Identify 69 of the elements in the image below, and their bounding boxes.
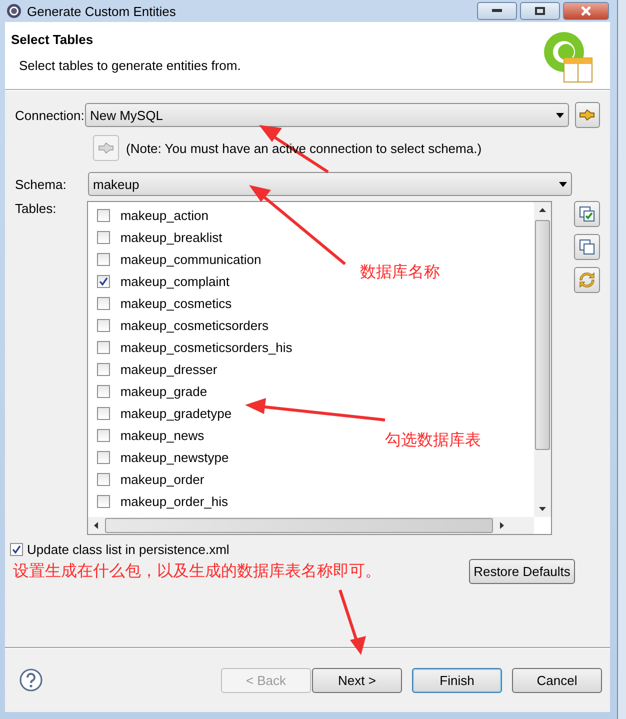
plug-icon	[578, 108, 596, 122]
checkbox[interactable]	[97, 362, 110, 376]
annotation-text: 设置生成在什么包，以及生成的数据库表名称即可。	[13, 562, 381, 582]
table-name: makeup_complaint	[120, 274, 230, 288]
table-name: makeup_gradetype	[120, 406, 232, 420]
table-name: makeup_communication	[120, 252, 262, 266]
table-name: makeup_newstype	[120, 450, 229, 464]
close-icon	[580, 6, 592, 16]
table-name: makeup_dresser	[120, 362, 218, 376]
deselect-all-button[interactable]	[574, 234, 600, 260]
checkbox[interactable]	[97, 384, 110, 398]
plug-icon	[97, 141, 115, 155]
checkbox[interactable]	[97, 340, 110, 354]
field-label: Connection:	[15, 108, 85, 122]
maximize-button[interactable]	[520, 2, 560, 20]
checkbox[interactable]	[97, 274, 110, 288]
annotation-text: 勾选数据库表	[385, 430, 481, 451]
schema-dropdown[interactable]: makeup	[88, 172, 572, 196]
table-name: makeup_cosmeticsorders	[120, 318, 268, 332]
dialog-button[interactable]: Cancel	[512, 668, 602, 692]
page-description: Select tables to generate entities from.	[19, 58, 242, 73]
checkbox[interactable]	[97, 208, 110, 222]
table-name: makeup_action	[120, 208, 208, 222]
checkbox[interactable]	[97, 318, 110, 332]
dropdown-arrow-icon	[556, 112, 564, 118]
table-name: makeup_cosmetics	[120, 296, 232, 310]
minimize-button[interactable]	[477, 2, 517, 20]
checkbox[interactable]	[97, 494, 110, 508]
gear-icon	[6, 3, 22, 19]
checkbox[interactable]	[97, 406, 110, 420]
table-name: makeup_order	[120, 472, 204, 486]
annotation-arrow	[338, 590, 366, 655]
deselect-all-icon	[579, 239, 595, 255]
page-title: Select Tables	[11, 32, 94, 47]
table-name: makeup_order_his	[120, 494, 228, 508]
help-icon[interactable]	[19, 668, 43, 692]
select-all-button[interactable]	[574, 201, 600, 227]
scrollbar-thumb[interactable]	[105, 518, 493, 533]
dropdown-arrow-icon	[559, 182, 567, 186]
checkbox[interactable]	[97, 472, 110, 486]
table-name: makeup_news	[120, 428, 204, 442]
scrollbar-thumb[interactable]	[535, 220, 550, 450]
checkbox[interactable]	[10, 543, 23, 556]
checkbox-label: Update class list in persistence.xml	[27, 542, 230, 557]
checkmark-icon	[12, 545, 21, 554]
connect-button[interactable]	[574, 102, 600, 128]
field-label: Tables:	[15, 201, 58, 216]
table-name: makeup_cosmeticsorders_his	[120, 340, 292, 354]
maximize-icon	[535, 7, 545, 15]
window-title: Generate Custom Entities	[27, 4, 177, 18]
checkbox[interactable]	[97, 252, 110, 266]
table-name: makeup_breaklist	[120, 230, 222, 244]
checkbox[interactable]	[97, 428, 110, 442]
checkmark-icon	[99, 276, 108, 286]
dialog-button[interactable]: Next >	[312, 668, 402, 692]
minimize-icon	[492, 9, 502, 13]
annotation-text: 数据库名称	[360, 262, 440, 283]
select-all-icon	[579, 206, 595, 222]
field-label: Schema:	[15, 176, 68, 192]
connection-dropdown[interactable]: New MySQL	[84, 103, 569, 127]
dialog-button[interactable]: Finish	[412, 668, 502, 692]
checkbox[interactable]	[97, 296, 110, 310]
refresh-button[interactable]	[574, 267, 600, 293]
checkbox[interactable]	[97, 230, 110, 244]
restore-defaults-button[interactable]: Restore Defaults	[469, 559, 575, 584]
checkbox[interactable]	[97, 450, 110, 464]
table-name: makeup_grade	[120, 384, 208, 398]
close-button[interactable]	[563, 2, 609, 20]
refresh-icon	[579, 272, 595, 288]
